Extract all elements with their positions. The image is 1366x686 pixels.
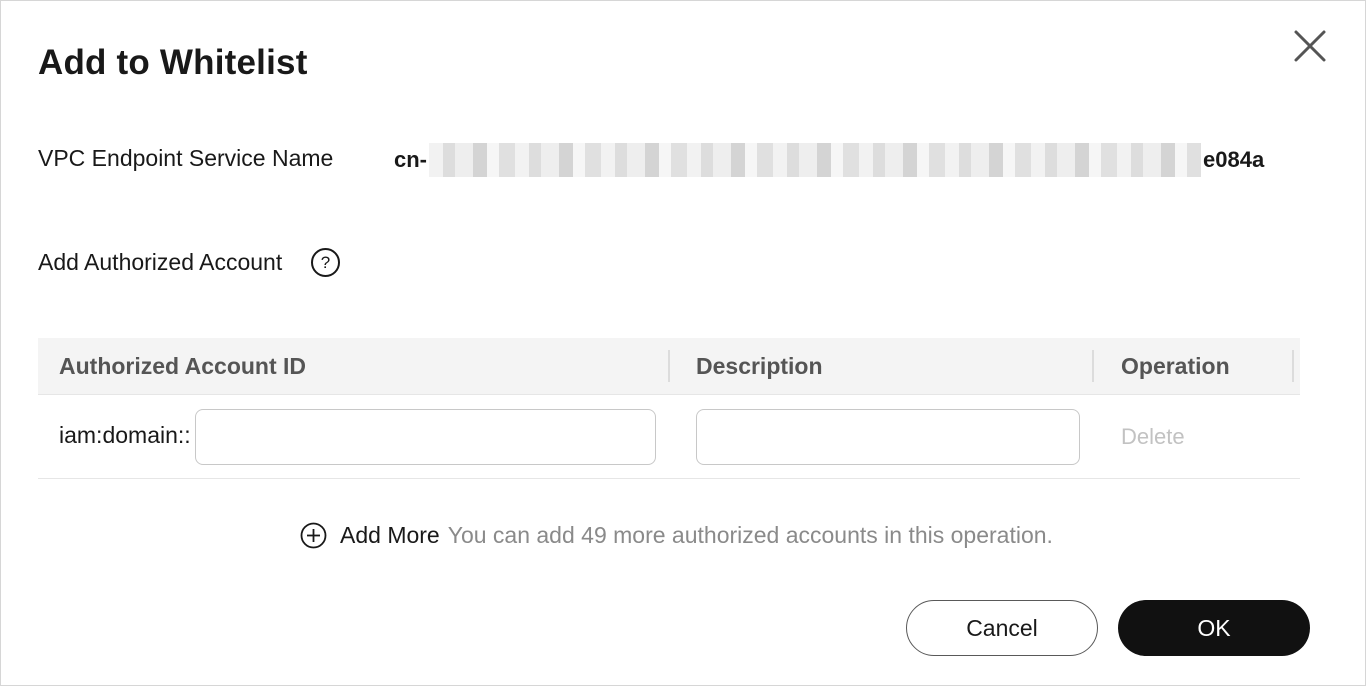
table-header: Authorized Account ID Description Operat… [38,338,1300,395]
add-more-hint: You can add 49 more authorized accounts … [447,522,1053,548]
ok-button[interactable]: OK [1118,600,1310,656]
service-name-value: cn- e084a [394,143,1264,177]
authorized-accounts-table: Authorized Account ID Description Operat… [38,338,1300,479]
account-id-input[interactable] [196,410,655,464]
delete-link[interactable]: Delete [1121,424,1185,450]
description-input-wrapper [696,409,1080,465]
column-header-description: Description [696,353,823,379]
description-input[interactable] [697,410,1079,464]
column-header-operation: Operation [1121,353,1230,379]
account-id-input-wrapper [195,409,656,465]
service-name-label: VPC Endpoint Service Name [38,145,334,171]
account-id-prefix: iam:domain:: [59,422,191,448]
service-name-suffix: e084a [1203,147,1265,172]
add-more-row: Add More You can add 49 more authorized … [300,522,1053,549]
add-authorized-account-label: Add Authorized Account [38,249,283,275]
column-divider [1292,350,1294,382]
column-divider [1092,350,1094,382]
table-row: iam:domain:: Delete [38,395,1300,479]
column-divider [668,350,670,382]
question-circle-icon[interactable]: ? [311,248,340,277]
close-icon[interactable] [1291,27,1329,65]
service-name-prefix: cn- [394,147,427,172]
column-header-account-id: Authorized Account ID [59,353,307,379]
cancel-button[interactable]: Cancel [906,600,1098,656]
dialog-title: Add to Whitelist [38,43,308,82]
redacted-block [429,143,1201,177]
add-to-whitelist-dialog: Add to Whitelist VPC Endpoint Service Na… [0,0,1366,686]
add-more-link[interactable]: Add More [340,522,440,549]
plus-circle-icon[interactable] [300,522,327,549]
